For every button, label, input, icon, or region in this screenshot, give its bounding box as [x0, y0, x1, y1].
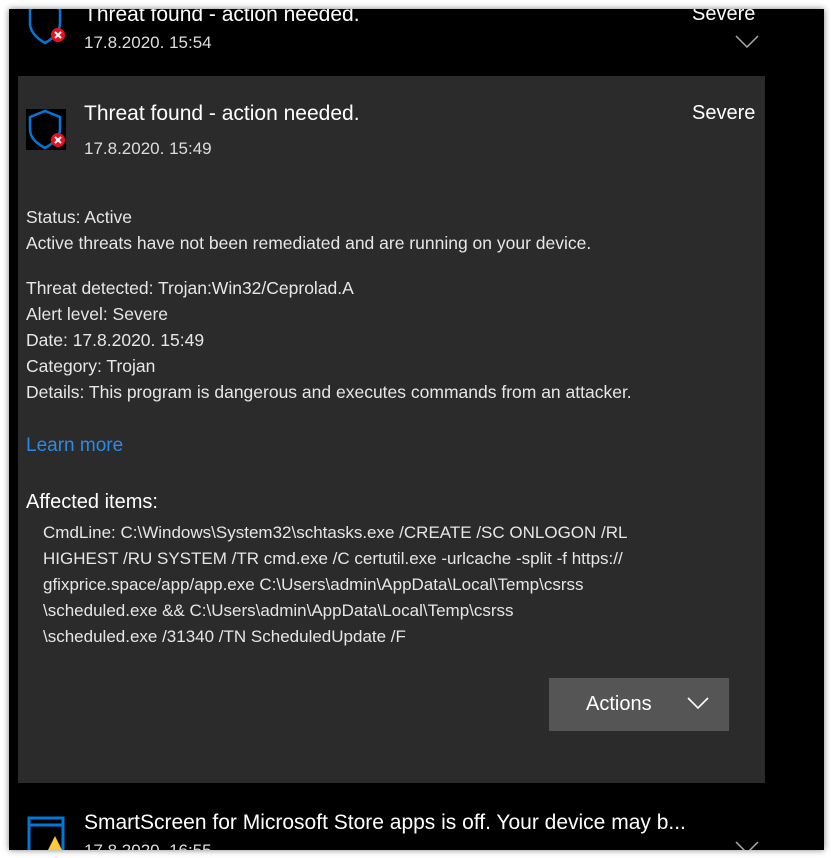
status-description: Active threats have not been remediated … [26, 233, 592, 253]
category: Category: Trojan [26, 356, 156, 376]
notification-title: Threat found - action needed. [84, 9, 360, 26]
affected-line: \scheduled.exe && C:\Users\admin\AppData… [43, 601, 514, 620]
notification-date: 17.8.2020. 15:54 [84, 33, 212, 52]
affected-items-list: CmdLine: C:\Windows\System32\schtasks.ex… [43, 520, 703, 650]
learn-more-link[interactable]: Learn more [26, 435, 123, 457]
affected-line: gfixprice.space/app/app.exe C:\Users\adm… [43, 575, 584, 594]
chevron-down-icon [687, 697, 709, 710]
actions-button[interactable]: Actions [549, 678, 729, 731]
details-text: Details: This program is dangerous and e… [26, 382, 632, 402]
affected-line: HIGHEST /RU SYSTEM /TR cmd.exe /C certut… [43, 549, 623, 568]
smartscreen-warning-icon [27, 816, 65, 850]
notification-window: Threat found - action needed. 17.8.2020.… [9, 9, 824, 850]
affected-line: CmdLine: C:\Windows\System32\schtasks.ex… [43, 523, 628, 542]
threat-detected: Threat detected: Trojan:Win32/Ceprolad.A [26, 278, 354, 298]
alert-level: Alert level: Severe [26, 304, 169, 324]
status: Status: Active [26, 207, 133, 227]
notification-title: Threat found - action needed. [84, 102, 360, 125]
affected-line: \scheduled.exe /31340 /TN ScheduledUpdat… [43, 627, 406, 646]
chevron-down-icon[interactable] [735, 841, 759, 850]
shield-threat-icon [28, 9, 65, 45]
notification-date: 17.8.2020. 16:55 [84, 841, 212, 850]
severity-label: Severe [692, 102, 756, 124]
notification-title: SmartScreen for Microsoft Store apps is … [84, 811, 686, 834]
chevron-down-icon[interactable] [735, 35, 759, 49]
notification-date: 17.8.2020. 15:49 [84, 139, 212, 158]
shield-threat-icon [26, 109, 66, 150]
expanded-notification: Threat found - action needed. 17.8.2020.… [18, 76, 765, 783]
affected-items-heading: Affected items: [26, 491, 158, 513]
detection-date: Date: 17.8.2020. 15:49 [26, 330, 205, 350]
severity-label: Severe [692, 9, 756, 25]
actions-label: Actions [586, 693, 652, 715]
